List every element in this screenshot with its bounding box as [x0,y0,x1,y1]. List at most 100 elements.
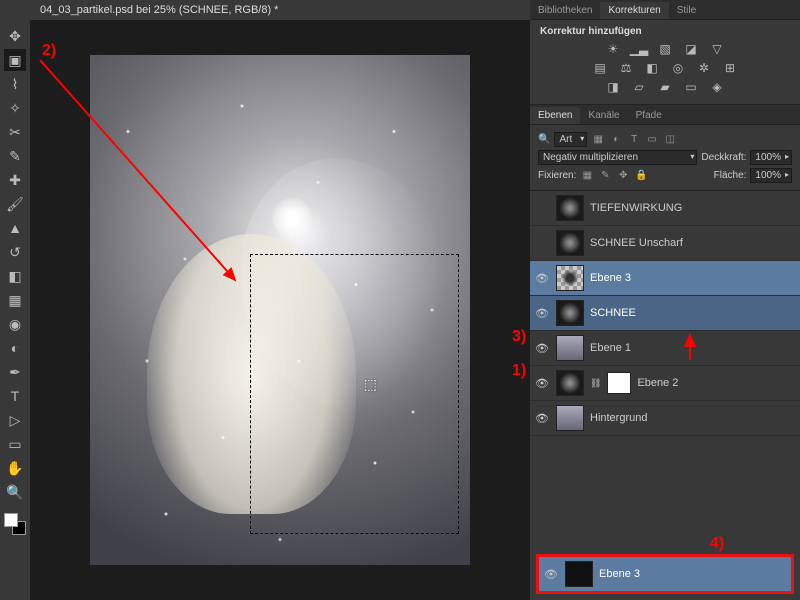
layer-thumbnail[interactable] [556,405,584,431]
layer-row[interactable]: 👁 Ebene 3 [530,261,800,296]
lock-pixels-icon[interactable]: ✎ [598,169,612,183]
layer-name[interactable]: Ebene 2 [637,377,678,389]
lock-position-icon[interactable]: ✥ [616,169,630,183]
rectangle-tool[interactable]: ▭ [4,433,26,455]
path-select-tool[interactable]: ▷ [4,409,26,431]
layer-row[interactable]: 👁 Hintergrund [530,401,800,436]
filter-type-icon[interactable]: T [627,133,641,147]
layer-name[interactable]: SCHNEE Unscharf [590,237,683,249]
layer-row[interactable]: 👁 SCHNEE [530,296,800,331]
visibility-toggle[interactable]: 👁 [534,307,550,320]
selective-color-icon[interactable]: ◈ [707,79,727,95]
fill-input[interactable]: 100% [750,168,792,183]
threshold-icon[interactable]: ▰ [655,79,675,95]
layer-filter-dropdown[interactable]: Art [554,132,587,147]
gradient-tool[interactable]: ▦ [4,289,26,311]
layer-thumbnail[interactable] [556,335,584,361]
layer-thumbnail[interactable] [556,230,584,256]
curves-icon[interactable]: ▧ [655,41,675,57]
lock-transparency-icon[interactable]: ▦ [580,169,594,183]
visibility-toggle[interactable]: 👁 [543,568,559,581]
layer-name[interactable]: Ebene 3 [590,272,631,284]
layer-name[interactable]: SCHNEE [590,307,636,319]
layer-row[interactable]: 👁 SCHNEE Unscharf [530,226,800,261]
filter-shape-icon[interactable]: ▭ [645,133,659,147]
toolbox: ✥ ▣ ⌇ ✧ ✂ ✎ ✚ 🖌 ▲ ↺ ◧ ▦ ◉ ◐ ✒ T ▷ ▭ ✋ 🔍 [0,20,30,600]
eyedropper-tool[interactable]: ✎ [4,145,26,167]
layer-name[interactable]: Hintergrund [590,412,647,424]
bw-icon[interactable]: ◧ [642,60,662,76]
lasso-tool[interactable]: ⌇ [4,73,26,95]
pen-tool[interactable]: ✒ [4,361,26,383]
layer-row[interactable]: 👁 ⛓ Ebene 2 [530,366,800,401]
filter-image-icon[interactable]: ▦ [591,133,605,147]
mask-link-icon[interactable]: ⛓ [590,378,601,389]
layer-thumbnail[interactable] [556,300,584,326]
balance-icon[interactable]: ⚖ [616,60,636,76]
selection-marquee[interactable] [250,254,459,535]
hue-icon[interactable]: ▤ [590,60,610,76]
vibrance-icon[interactable]: ▽ [707,41,727,57]
tab-kanale[interactable]: Kanäle [580,107,627,124]
cursor-icon: ⬚ [364,376,377,393]
photo-filter-icon[interactable]: ◎ [668,60,688,76]
filter-adjust-icon[interactable]: ◐ [609,133,623,147]
eraser-tool[interactable]: ◧ [4,265,26,287]
color-swatches[interactable] [4,513,26,535]
visibility-toggle[interactable]: 👁 [534,342,550,355]
tab-bibliotheken[interactable]: Bibliotheken [530,2,600,19]
layers-panel-tabs: Ebenen Kanäle Pfade [530,105,800,125]
blend-mode-dropdown[interactable]: Negativ multiplizieren [538,150,697,165]
layer-name[interactable]: Ebene 1 [590,342,631,354]
visibility-toggle[interactable]: 👁 [534,202,550,215]
marquee-tool[interactable]: ▣ [4,49,26,71]
brightness-icon[interactable]: ☀ [603,41,623,57]
layer-name[interactable]: TIEFENWIRKUNG [590,202,682,214]
tab-ebenen[interactable]: Ebenen [530,107,580,124]
zoom-tool[interactable]: 🔍 [4,481,26,503]
adjustments-panel: Korrektur hinzufügen ☀ ▁▃ ▧ ◪ ▽ ▤ ⚖ ◧ ◎ … [530,20,800,105]
visibility-toggle[interactable]: 👁 [534,377,550,390]
lock-all-icon[interactable]: 🔒 [634,169,648,183]
exposure-icon[interactable]: ◪ [681,41,701,57]
lut-icon[interactable]: ⊞ [720,60,740,76]
levels-icon[interactable]: ▁▃ [629,41,649,57]
mask-thumbnail[interactable] [607,372,631,394]
visibility-toggle[interactable]: 👁 [534,412,550,425]
visibility-toggle[interactable]: 👁 [534,237,550,250]
layer-thumbnail[interactable] [556,265,584,291]
canvas-area[interactable]: ⬚ [30,20,530,600]
type-tool[interactable]: T [4,385,26,407]
crop-tool[interactable]: ✂ [4,121,26,143]
layer-name[interactable]: Ebene 3 [599,568,640,580]
visibility-toggle[interactable]: 👁 [534,272,550,285]
layer-thumbnail[interactable] [565,561,593,587]
layer-row[interactable]: 👁 Ebene 1 [530,331,800,366]
tab-korrekturen[interactable]: Korrekturen [600,2,668,19]
posterize-icon[interactable]: ▱ [629,79,649,95]
brush-tool[interactable]: 🖌 [4,193,26,215]
blur-tool[interactable]: ◉ [4,313,26,335]
filter-smart-icon[interactable]: ◫ [663,133,677,147]
tab-pfade[interactable]: Pfade [628,107,670,124]
healing-tool[interactable]: ✚ [4,169,26,191]
document-canvas[interactable]: ⬚ [90,55,470,565]
move-tool[interactable]: ✥ [4,25,26,47]
history-brush-tool[interactable]: ↺ [4,241,26,263]
document-tab[interactable]: 04_03_partikel.psd bei 25% (SCHNEE, RGB/… [40,4,278,16]
dodge-tool[interactable]: ◐ [4,337,26,359]
layer-thumbnail[interactable] [556,195,584,221]
opacity-input[interactable]: 100% [750,150,792,165]
mixer-icon[interactable]: ✲ [694,60,714,76]
layer-thumbnail[interactable] [556,370,584,396]
layer-controls: 🔍 Art ▦ ◐ T ▭ ◫ Negativ multiplizieren D… [530,125,800,191]
gradient-map-icon[interactable]: ▭ [681,79,701,95]
fg-color-swatch[interactable] [4,513,18,527]
magic-wand-tool[interactable]: ✧ [4,97,26,119]
invert-icon[interactable]: ◨ [603,79,623,95]
layer-row-highlighted[interactable]: 👁 Ebene 3 [536,554,794,594]
hand-tool[interactable]: ✋ [4,457,26,479]
stamp-tool[interactable]: ▲ [4,217,26,239]
layer-row[interactable]: 👁 TIEFENWIRKUNG [530,191,800,226]
tab-stile[interactable]: Stile [669,2,704,19]
